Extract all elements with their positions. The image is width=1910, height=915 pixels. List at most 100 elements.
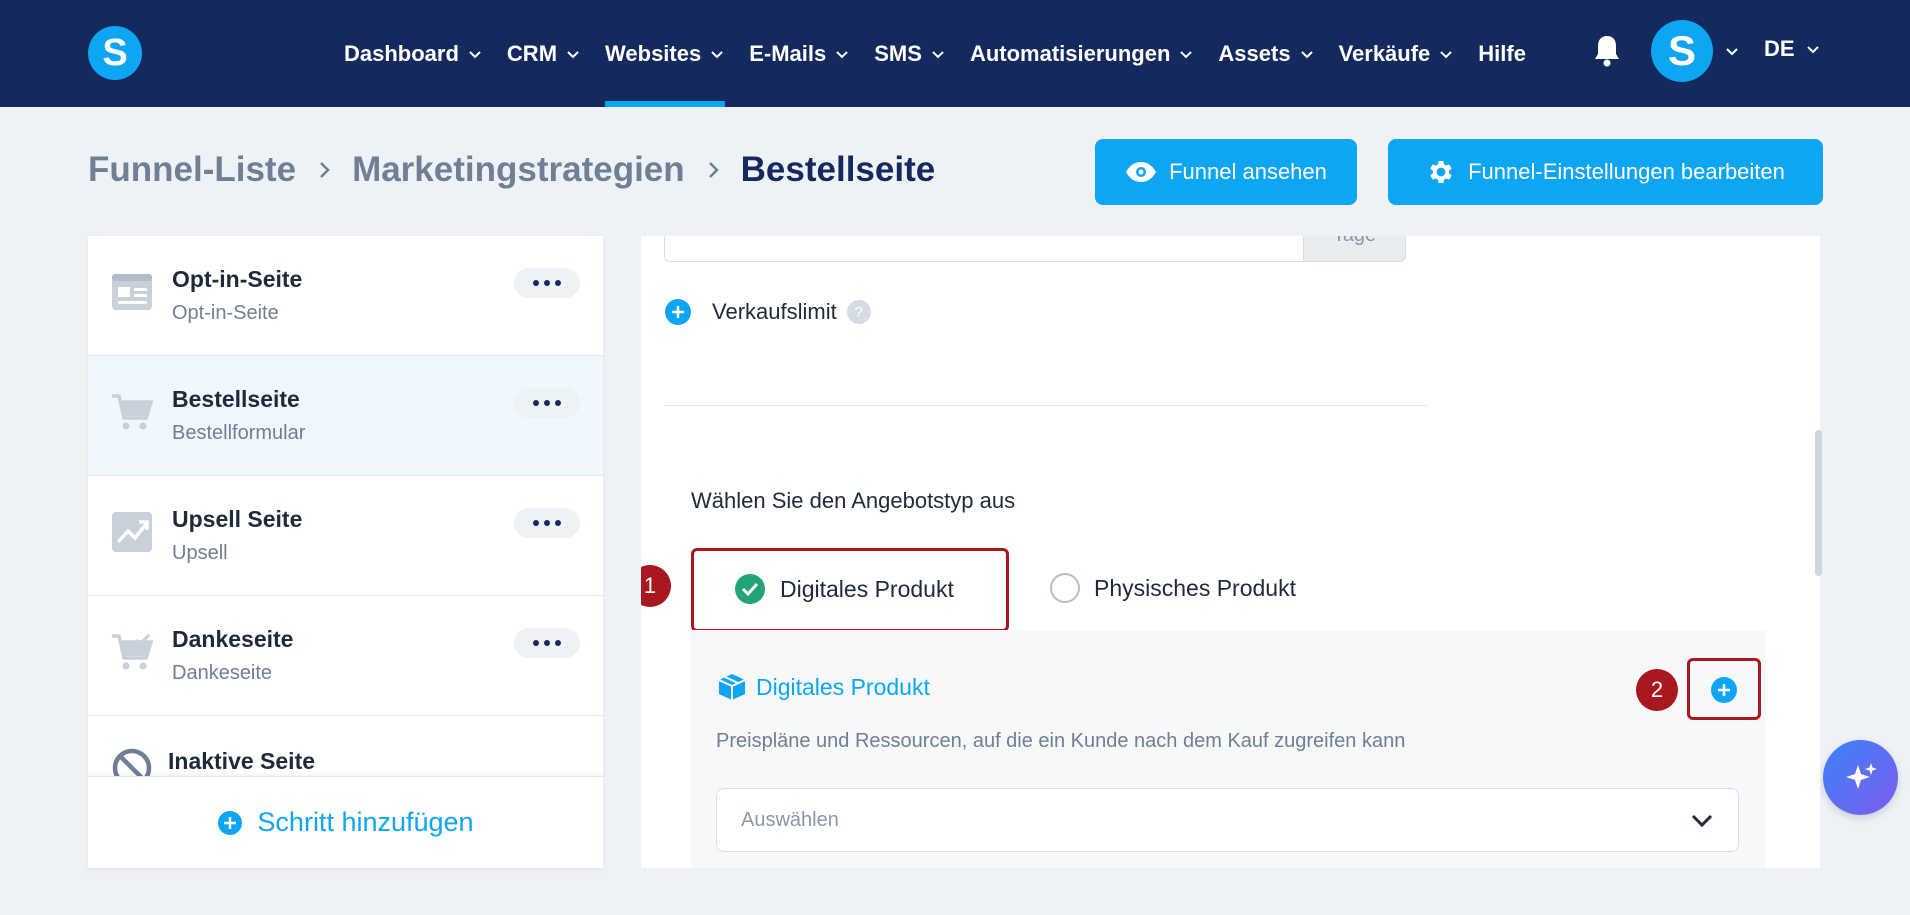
step-thank-you[interactable]: Dankeseite Dankeseite bbox=[88, 596, 603, 716]
annotation-badge-2: 2 bbox=[1636, 669, 1678, 711]
step-title: Dankeseite bbox=[172, 626, 294, 652]
nav-dashboard[interactable]: Dashboard bbox=[344, 0, 483, 107]
step-upsell[interactable]: Upsell Seite Upsell bbox=[88, 476, 603, 596]
edit-funnel-settings-label: Funnel-Einstellungen bearbeiten bbox=[1468, 159, 1785, 184]
digital-product-title: Digitales Produkt bbox=[716, 672, 930, 702]
sales-limit-label: Verkaufslimit bbox=[712, 299, 837, 324]
add-step-label: Schritt hinzufügen bbox=[257, 807, 474, 837]
digital-product-panel: Digitales Produkt Preispläne und Ressour… bbox=[691, 630, 1766, 868]
edit-funnel-settings-button[interactable]: Funnel-Einstellungen bearbeiten bbox=[1388, 139, 1823, 205]
nav-dashboard-label: Dashboard bbox=[344, 40, 459, 66]
breadcrumb-funnel[interactable]: Marketingstrategien bbox=[352, 150, 685, 190]
duration-input[interactable] bbox=[664, 236, 1328, 262]
breadcrumb-current: Bestellseite bbox=[740, 150, 936, 189]
step-title: Bestellseite bbox=[172, 386, 300, 412]
nav-help[interactable]: Hilfe bbox=[1478, 0, 1526, 107]
product-select[interactable]: Auswählen bbox=[716, 788, 1739, 852]
top-navigation: S Dashboard CRM Websites E-Mails SMS Aut… bbox=[0, 0, 1910, 107]
breadcrumb-funnel-list[interactable]: Funnel-Liste bbox=[88, 150, 296, 190]
chevron-right-icon bbox=[708, 162, 719, 178]
step-subtitle: Bestellformular bbox=[172, 422, 306, 444]
order-page-editor: Tage Verkaufslimit ? Wählen Sie den Ange… bbox=[641, 236, 1820, 868]
nav-automations[interactable]: Automatisierungen bbox=[970, 0, 1194, 107]
nav-help-label: Hilfe bbox=[1478, 40, 1526, 66]
chevron-down-icon bbox=[1691, 814, 1713, 828]
nav-emails-label: E-Mails bbox=[749, 40, 827, 66]
scrollbar-thumb[interactable] bbox=[1815, 430, 1822, 576]
user-avatar[interactable]: S bbox=[1651, 20, 1713, 82]
offer-type-physical-label: Physisches Produkt bbox=[1094, 574, 1296, 601]
nav-websites-label: Websites bbox=[605, 40, 702, 66]
nav-crm-label: CRM bbox=[506, 40, 558, 66]
nav-websites[interactable]: Websites bbox=[605, 0, 726, 107]
nav-sms[interactable]: SMS bbox=[874, 0, 946, 107]
view-funnel-label: Funnel ansehen bbox=[1169, 159, 1327, 184]
annotation-badge-1: 1 bbox=[641, 565, 671, 607]
cart-icon bbox=[112, 394, 154, 430]
sparkles-icon bbox=[1845, 762, 1877, 789]
app-logo[interactable]: S bbox=[88, 26, 142, 80]
step-optin[interactable]: Opt-in-Seite Opt-in-Seite bbox=[88, 236, 603, 356]
chevron-down-icon[interactable] bbox=[1724, 43, 1740, 59]
chevron-down-icon bbox=[932, 50, 944, 58]
gear-icon bbox=[1430, 161, 1452, 183]
add-step-button[interactable]: Schritt hinzufügen bbox=[88, 776, 603, 868]
nav-sales-label: Verkäufe bbox=[1338, 40, 1431, 66]
nav-sales[interactable]: Verkäufe bbox=[1339, 0, 1455, 107]
step-subtitle: Dankeseite bbox=[172, 662, 273, 684]
trending-up-icon bbox=[112, 512, 152, 552]
nav-assets-label: Assets bbox=[1218, 40, 1291, 66]
cart-check-icon bbox=[112, 633, 154, 670]
step-options-button[interactable] bbox=[514, 628, 580, 658]
chevron-down-icon bbox=[1300, 50, 1313, 58]
step-order-page[interactable]: Bestellseite Bestellformular bbox=[88, 356, 603, 476]
days-addon: Tage bbox=[1303, 236, 1406, 262]
offer-type-physical[interactable]: Physisches Produkt bbox=[1050, 573, 1296, 603]
box-icon bbox=[718, 674, 746, 700]
offer-type-digital[interactable]: Digitales Produkt bbox=[734, 573, 954, 605]
sales-limit-row[interactable]: Verkaufslimit ? bbox=[664, 298, 871, 326]
digital-product-description: Preispläne und Ressourcen, auf die ein K… bbox=[716, 730, 1406, 752]
help-icon[interactable]: ? bbox=[846, 300, 871, 324]
offer-type-digital-label: Digitales Produkt bbox=[780, 575, 954, 602]
nav-emails[interactable]: E-Mails bbox=[749, 0, 850, 107]
ai-assistant-button[interactable] bbox=[1823, 740, 1898, 815]
form-page-icon bbox=[112, 274, 152, 310]
chevron-down-icon bbox=[1806, 46, 1819, 54]
step-subtitle: Upsell bbox=[172, 542, 228, 564]
chevron-right-icon bbox=[320, 162, 330, 178]
inactive-page-label: Inaktive Seite bbox=[168, 748, 316, 774]
chevron-down-icon bbox=[469, 50, 481, 58]
step-options-button[interactable] bbox=[514, 388, 580, 418]
chevron-down-icon bbox=[567, 50, 579, 58]
main-menu: Dashboard CRM Websites E-Mails SMS Autom… bbox=[344, 0, 1550, 107]
radio-unchecked-icon bbox=[1050, 573, 1080, 603]
product-select-placeholder: Auswählen bbox=[741, 808, 839, 831]
chevron-down-icon bbox=[711, 50, 723, 58]
digital-product-title-label: Digitales Produkt bbox=[756, 673, 930, 700]
nav-assets[interactable]: Assets bbox=[1218, 0, 1314, 107]
step-title: Upsell Seite bbox=[172, 506, 303, 532]
divider bbox=[664, 405, 1428, 406]
eye-icon bbox=[1126, 162, 1157, 182]
plus-circle-icon[interactable] bbox=[664, 298, 692, 326]
step-title: Opt-in-Seite bbox=[172, 266, 303, 292]
breadcrumb: Funnel-Liste Marketingstrategien Bestell… bbox=[88, 150, 935, 190]
chevron-down-icon bbox=[836, 50, 848, 58]
chevron-down-icon bbox=[1440, 50, 1453, 58]
bell-icon[interactable] bbox=[1592, 34, 1622, 68]
language-selector[interactable]: DE bbox=[1764, 36, 1821, 62]
step-options-button[interactable] bbox=[514, 508, 580, 538]
nav-crm[interactable]: CRM bbox=[507, 0, 581, 107]
view-funnel-button[interactable]: Funnel ansehen bbox=[1095, 139, 1357, 205]
add-product-button[interactable] bbox=[1710, 676, 1738, 704]
nav-automations-label: Automatisierungen bbox=[969, 40, 1171, 66]
offer-type-label: Wählen Sie den Angebotstyp aus bbox=[691, 488, 1016, 513]
step-options-button[interactable] bbox=[514, 268, 580, 298]
funnel-steps-sidebar: Opt-in-Seite Opt-in-Seite Bestellseite B… bbox=[88, 236, 603, 868]
plus-circle-icon bbox=[218, 810, 243, 835]
chevron-down-icon bbox=[1180, 50, 1193, 58]
nav-sms-label: SMS bbox=[874, 40, 922, 66]
language-label: DE bbox=[1764, 36, 1795, 61]
check-circle-icon bbox=[735, 574, 765, 604]
